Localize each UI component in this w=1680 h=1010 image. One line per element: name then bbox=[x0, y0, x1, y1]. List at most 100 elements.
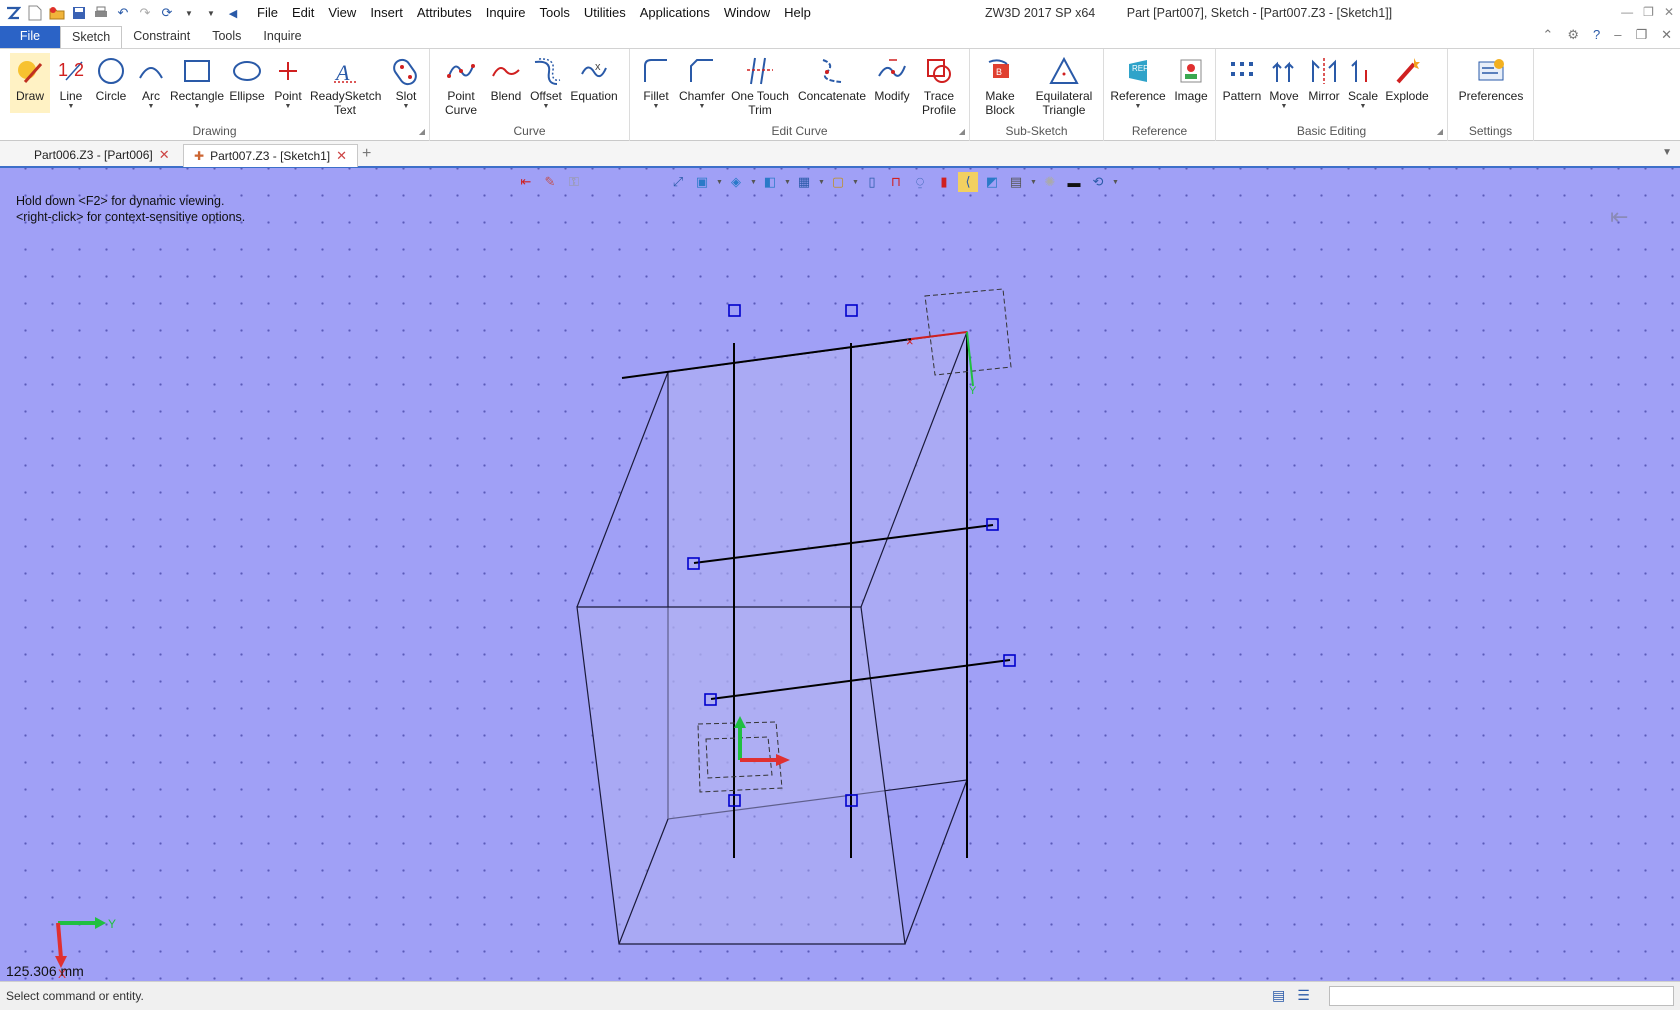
command-input[interactable] bbox=[1329, 986, 1674, 1006]
menu-inquire[interactable]: Inquire bbox=[479, 1, 533, 25]
ribbon-tab-bar: File Sketch Constraint Tools Inquire bbox=[0, 26, 1680, 48]
group-settings: Preferences Settings bbox=[1448, 49, 1534, 141]
pin-icon[interactable]: ✚ bbox=[194, 149, 204, 163]
redo-icon[interactable]: ↷ bbox=[136, 4, 154, 22]
basic-editing-launcher-icon[interactable]: ◢ bbox=[1437, 127, 1443, 136]
new-file-icon[interactable] bbox=[26, 4, 44, 22]
rotate-view-icon[interactable]: ⟳ bbox=[158, 4, 176, 22]
close-tab-icon[interactable]: ✕ bbox=[159, 147, 170, 162]
rectangle-button[interactable]: Rectangle ▼ bbox=[168, 53, 226, 111]
slot-icon bbox=[393, 58, 417, 86]
drawing-launcher-icon[interactable]: ◢ bbox=[419, 127, 425, 136]
save-icon[interactable] bbox=[70, 4, 88, 22]
qa-back-arrow-icon[interactable]: ◀ bbox=[224, 4, 242, 22]
chamfer-button[interactable]: Chamfer ▼ bbox=[676, 53, 728, 111]
mirror-label: Mirror bbox=[1308, 89, 1340, 103]
mirror-button[interactable]: Mirror bbox=[1304, 53, 1344, 103]
qa-customize-icon[interactable]: ▼ bbox=[202, 4, 220, 22]
image-icon bbox=[1180, 59, 1202, 83]
draw-button[interactable]: Draw bbox=[10, 53, 50, 113]
readysketch-text-label: ReadySketch Text bbox=[310, 89, 382, 117]
bounding-box-3d bbox=[576, 331, 968, 945]
menu-window[interactable]: Window bbox=[717, 1, 777, 25]
equilateral-triangle-button[interactable]: Equilateral Triangle bbox=[1028, 53, 1100, 117]
graphics-viewport[interactable]: Hold down <F2> for dynamic viewing. <rig… bbox=[0, 168, 1680, 981]
circle-button[interactable]: Circle bbox=[92, 53, 130, 103]
concatenate-button[interactable]: Concatenate bbox=[796, 53, 868, 103]
offset-button[interactable]: Offset ▼ bbox=[528, 53, 564, 111]
preferences-label: Preferences bbox=[1458, 89, 1524, 103]
image-button[interactable]: Image bbox=[1170, 53, 1212, 103]
point-button[interactable]: Point ▼ bbox=[270, 53, 306, 111]
tab-constraint[interactable]: Constraint bbox=[122, 26, 201, 48]
doc-restore-icon[interactable]: ❐ bbox=[1635, 27, 1647, 43]
help-icon[interactable]: ? bbox=[1593, 27, 1600, 43]
doc-tab-part006[interactable]: Part006.Z3 - [Part006] ✕ bbox=[24, 144, 180, 167]
app-logo-icon[interactable] bbox=[4, 4, 22, 22]
fillet-button[interactable]: Fillet ▼ bbox=[636, 53, 676, 111]
table-view-icon[interactable]: ▤ bbox=[1272, 987, 1285, 1004]
rectangle-icon bbox=[184, 60, 210, 82]
restore-icon[interactable]: ❐ bbox=[1643, 0, 1654, 24]
circle-icon bbox=[98, 58, 124, 84]
group-curve: Point Curve Blend Offset ▼ x Equation Cu… bbox=[430, 49, 630, 141]
tab-tools[interactable]: Tools bbox=[201, 26, 252, 48]
modify-icon bbox=[878, 59, 906, 77]
explode-button[interactable]: Explode bbox=[1382, 53, 1432, 103]
reference-button[interactable]: REF Reference ▼ bbox=[1108, 53, 1168, 111]
tab-sketch[interactable]: Sketch bbox=[60, 26, 123, 48]
menu-view[interactable]: View bbox=[321, 1, 363, 25]
open-file-icon[interactable] bbox=[48, 4, 66, 22]
menu-attributes[interactable]: Attributes bbox=[410, 1, 479, 25]
menu-help[interactable]: Help bbox=[777, 1, 818, 25]
point-curve-button[interactable]: Point Curve bbox=[440, 53, 482, 117]
scale-button[interactable]: Scale ▼ bbox=[1346, 53, 1380, 111]
tab-file[interactable]: File bbox=[0, 26, 60, 48]
menu-applications[interactable]: Applications bbox=[633, 1, 717, 25]
tab-list-dropdown-icon[interactable]: ▼ bbox=[1662, 147, 1672, 158]
pattern-button[interactable]: Pattern bbox=[1220, 53, 1264, 103]
menu-bar: File Edit View Insert Attributes Inquire… bbox=[250, 1, 818, 25]
trace-profile-button[interactable]: Trace Profile bbox=[916, 53, 962, 117]
fillet-label: Fillet bbox=[643, 89, 669, 103]
list-view-icon[interactable]: ☰ bbox=[1297, 987, 1310, 1004]
minimize-icon[interactable]: — bbox=[1621, 0, 1633, 24]
axis-y-label: Y bbox=[108, 917, 116, 931]
menu-edit[interactable]: Edit bbox=[285, 1, 321, 25]
doc-minimize-icon[interactable]: – bbox=[1614, 27, 1621, 43]
readysketch-text-button[interactable]: A ReadySketch Text bbox=[310, 53, 382, 117]
equation-button[interactable]: x Equation bbox=[566, 53, 622, 103]
equation-label: Equation bbox=[570, 89, 618, 103]
slot-button[interactable]: Slot ▼ bbox=[388, 53, 424, 111]
line-label: Line bbox=[59, 89, 83, 103]
menu-tools[interactable]: Tools bbox=[533, 1, 577, 25]
draw-pencil-icon bbox=[18, 61, 43, 83]
tab-inquire[interactable]: Inquire bbox=[252, 26, 312, 48]
modify-button[interactable]: Modify bbox=[870, 53, 914, 103]
close-tab-icon[interactable]: ✕ bbox=[336, 148, 347, 163]
menu-utilities[interactable]: Utilities bbox=[577, 1, 633, 25]
arc-button[interactable]: Arc ▼ bbox=[134, 53, 168, 111]
group-edit-curve-label: Edit Curve bbox=[771, 124, 828, 138]
doc-close-icon[interactable]: ✕ bbox=[1661, 27, 1672, 43]
qa-dropdown-icon[interactable]: ▼ bbox=[180, 4, 198, 22]
sketch-canvas[interactable]: × Y Y X bbox=[0, 168, 1680, 981]
new-tab-icon[interactable]: + bbox=[362, 145, 371, 163]
one-touch-trim-button[interactable]: One Touch Trim bbox=[728, 53, 792, 117]
ellipse-button[interactable]: Ellipse bbox=[228, 53, 266, 103]
line-button[interactable]: 12 Line ▼ bbox=[52, 53, 90, 111]
doc-tab-part007[interactable]: ✚ Part007.Z3 - [Sketch1] ✕ bbox=[183, 144, 359, 167]
move-button[interactable]: Move ▼ bbox=[1266, 53, 1302, 111]
menu-insert[interactable]: Insert bbox=[363, 1, 410, 25]
edit-curve-launcher-icon[interactable]: ◢ bbox=[959, 127, 965, 136]
print-icon[interactable] bbox=[92, 4, 110, 22]
menu-file[interactable]: File bbox=[250, 1, 285, 25]
blend-button[interactable]: Blend bbox=[488, 53, 524, 103]
settings-gear-icon[interactable]: ⚙ bbox=[1567, 27, 1579, 43]
offset-label: Offset bbox=[530, 89, 562, 103]
preferences-button[interactable]: Preferences bbox=[1452, 53, 1530, 103]
undo-icon[interactable]: ↶ bbox=[114, 4, 132, 22]
collapse-ribbon-icon[interactable]: ⌃ bbox=[1542, 27, 1553, 43]
make-block-button[interactable]: B Make Block bbox=[976, 53, 1024, 117]
close-icon[interactable]: ✕ bbox=[1664, 0, 1674, 24]
